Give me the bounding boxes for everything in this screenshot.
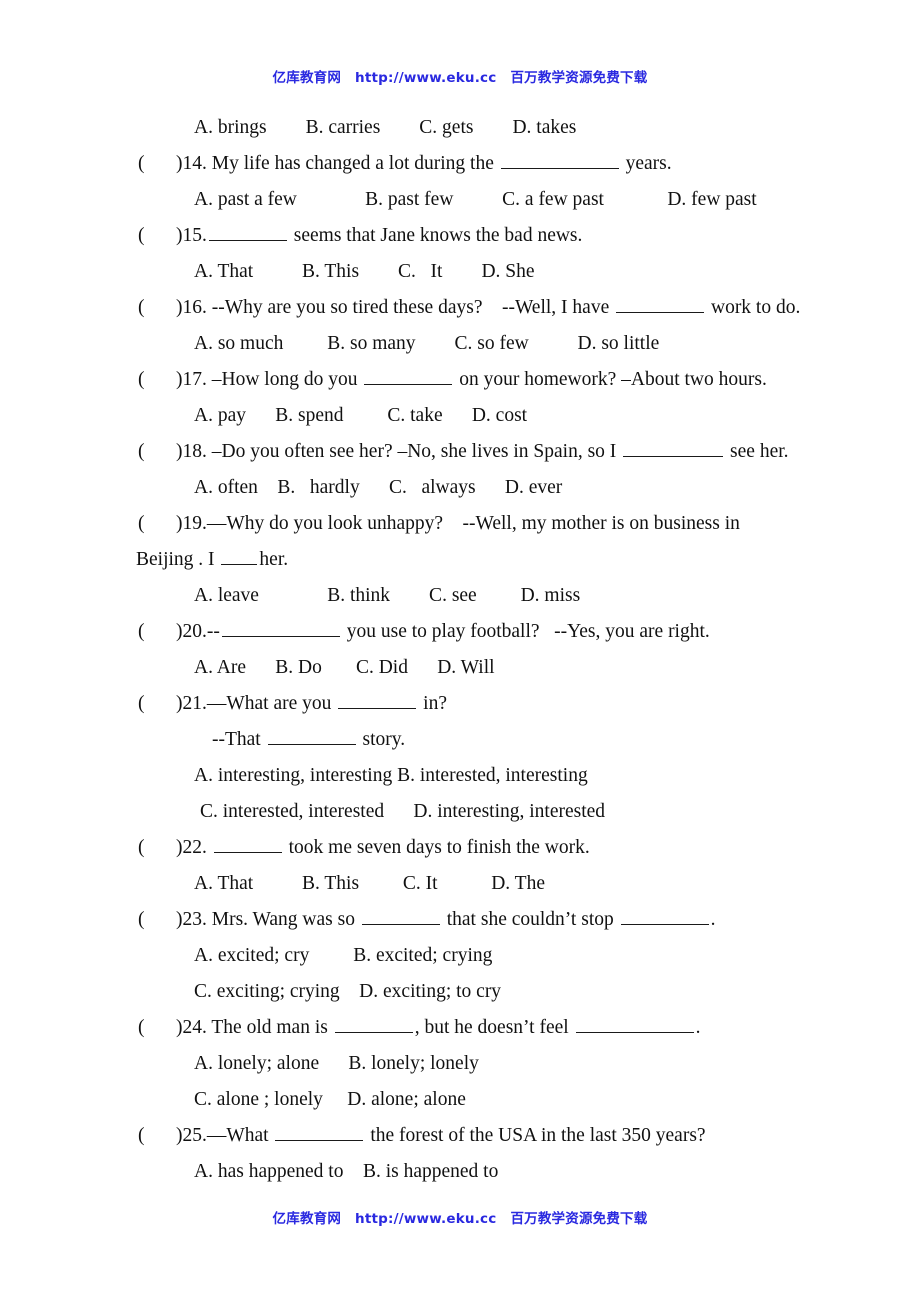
question-22-options: A. That B. This C. It D. The <box>194 873 545 894</box>
question-stem-tail: in? <box>418 693 447 714</box>
question-stem-tail: work to do. <box>706 297 801 318</box>
answer-blank <box>208 221 287 241</box>
answer-blank <box>575 1013 694 1033</box>
question-25-options: A. has happened to B. is happened to <box>194 1161 499 1182</box>
question-16-stem: ()16. --Why are you so tired these days?… <box>0 290 920 326</box>
answer-bracket[interactable]: ( <box>138 218 176 254</box>
answer-blank <box>334 1013 413 1033</box>
answer-blank <box>616 293 705 313</box>
question-18-options: A. often B. hardly C. always D. ever <box>194 477 563 498</box>
options-line: A. brings B. carries C. gets D. takes <box>194 117 577 138</box>
question-continuation-tail: story. <box>357 729 406 750</box>
question-18-stem: ()18. –Do you often see her? –No, she li… <box>0 434 920 470</box>
question-stem-tail: seems that Jane knows the bad news. <box>288 225 583 246</box>
question-21-stem: ()21.—What are you in? <box>0 686 920 722</box>
question-25-stem: ()25.—What the forest of the USA in the … <box>0 1118 920 1154</box>
answer-blank <box>364 365 453 385</box>
watermark-url: http://www.eku.cc <box>355 70 497 86</box>
answer-bracket[interactable]: ( <box>138 362 176 398</box>
answer-bracket[interactable]: ( <box>138 290 176 326</box>
answer-blank <box>275 1121 364 1141</box>
question-23-options-cd: C. exciting; crying D. exciting; to cry <box>194 981 502 1002</box>
question-20-stem: ()20.-- you use to play football? --Yes,… <box>0 614 920 650</box>
question-24-options-ab: A. lonely; alone B. lonely; lonely <box>194 1053 479 1074</box>
question-15-stem: ()15. seems that Jane knows the bad news… <box>0 218 920 254</box>
question-19-continuation: Beijing . I her. <box>0 542 920 578</box>
question-19-stem: ()19.—Why do you look unhappy? --Well, m… <box>0 506 920 542</box>
answer-blank <box>267 725 356 745</box>
question-stem-tail: years. <box>620 153 672 174</box>
answer-bracket[interactable]: ( <box>138 434 176 470</box>
answer-blank <box>623 437 724 457</box>
question-15-options: A. That B. This C. It D. She <box>194 261 535 282</box>
watermark-site-name: 亿库教育网 <box>272 70 342 86</box>
answer-bracket[interactable]: ( <box>138 614 176 650</box>
answer-bracket[interactable]: ( <box>138 902 176 938</box>
question-21-continuation: --That story. <box>0 722 920 758</box>
question-stem-text: )14. My life has changed a lot during th… <box>176 153 499 174</box>
question-stem-text: )15. <box>176 225 207 246</box>
question-stem-tail: the forest of the USA in the last 350 ye… <box>365 1125 706 1146</box>
question-24-stem: ()24. The old man is , but he doesn’t fe… <box>0 1010 920 1046</box>
question-14-stem: ()14. My life has changed a lot during t… <box>0 146 920 182</box>
watermark-header: 亿库教育网 http://www.eku.cc 百万教学资源免费下载 <box>0 66 920 86</box>
answer-blank <box>338 689 417 709</box>
question-stem-text: )24. The old man is <box>176 1017 333 1038</box>
answer-bracket[interactable]: ( <box>138 1010 176 1046</box>
question-stem-text: )18. –Do you often see her? –No, she liv… <box>176 441 622 462</box>
question-stem-tail: took me seven days to finish the work. <box>283 837 590 858</box>
question-19-options: A. leave B. think C. see D. miss <box>194 585 581 606</box>
question-stem-tail: you use to play football? --Yes, you are… <box>341 621 710 642</box>
question-21-options-cd: C. interested, interested D. interesting… <box>200 801 606 822</box>
question-stem-text: )19.—Why do you look unhappy? --Well, my… <box>176 513 740 534</box>
question-stem-text: )21.—What are you <box>176 693 337 714</box>
watermark-tagline: 百万教学资源免费下载 <box>510 70 648 86</box>
watermark-site-name: 亿库教育网 <box>272 1211 342 1227</box>
answer-blank <box>213 833 282 853</box>
question-continuation-text: --That <box>212 729 266 750</box>
watermark-tagline: 百万教学资源免费下载 <box>510 1211 648 1227</box>
answer-blank <box>221 617 340 637</box>
watermark-footer: 亿库教育网 http://www.eku.cc 百万教学资源免费下载 <box>0 1207 920 1227</box>
answer-bracket[interactable]: ( <box>138 686 176 722</box>
question-stem-text: )20.-- <box>176 621 220 642</box>
question-stem-text: )17. –How long do you <box>176 369 363 390</box>
answer-blank <box>221 545 258 565</box>
question-23-options-ab: A. excited; cry B. excited; crying <box>194 945 493 966</box>
answer-blank <box>500 149 619 169</box>
question-stem-mid: , but he doesn’t feel <box>414 1017 574 1038</box>
question-continuation-text: Beijing . I <box>136 549 220 570</box>
question-stem-text: )22. <box>176 837 212 858</box>
answer-bracket[interactable]: ( <box>138 1118 176 1154</box>
question-22-stem: ()22. took me seven days to finish the w… <box>0 830 920 866</box>
question-stem-tail: . <box>695 1017 701 1038</box>
question-23-stem: ()23. Mrs. Wang was so that she couldn’t… <box>0 902 920 938</box>
question-stem-tail: see her. <box>725 441 789 462</box>
answer-blank <box>620 905 709 925</box>
worksheet-page: 亿库教育网 http://www.eku.cc 百万教学资源免费下载 A. brin… <box>0 0 920 1302</box>
question-14-options: A. past a few B. past few C. a few past … <box>194 189 757 210</box>
question-stem-text: )23. Mrs. Wang was so <box>176 909 360 930</box>
question-20-options: A. Are B. Do C. Did D. Will <box>194 657 495 678</box>
question-stem-tail: on your homework? –About two hours. <box>454 369 767 390</box>
answer-bracket[interactable]: ( <box>138 146 176 182</box>
question-list: A. brings B. carries C. gets D. takes ()… <box>0 110 920 1190</box>
question-17-stem: ()17. –How long do you on your homework?… <box>0 362 920 398</box>
question-21-options-ab: A. interesting, interesting B. intereste… <box>194 765 588 786</box>
answer-blank <box>361 905 440 925</box>
watermark-url: http://www.eku.cc <box>355 1211 497 1227</box>
question-stem-text: )16. --Why are you so tired these days? … <box>176 297 615 318</box>
question-stem-tail: . <box>710 909 716 930</box>
question-17-options: A. pay B. spend C. take D. cost <box>194 405 528 426</box>
question-stem-mid: that she couldn’t stop <box>441 909 619 930</box>
question-16-options: A. so much B. so many C. so few D. so li… <box>194 333 660 354</box>
question-stem-text: )25.—What <box>176 1125 274 1146</box>
answer-bracket[interactable]: ( <box>138 506 176 542</box>
answer-bracket[interactable]: ( <box>138 830 176 866</box>
question-24-options-cd: C. alone ; lonely D. alone; alone <box>194 1089 466 1110</box>
question-continuation-tail: her. <box>259 549 289 570</box>
